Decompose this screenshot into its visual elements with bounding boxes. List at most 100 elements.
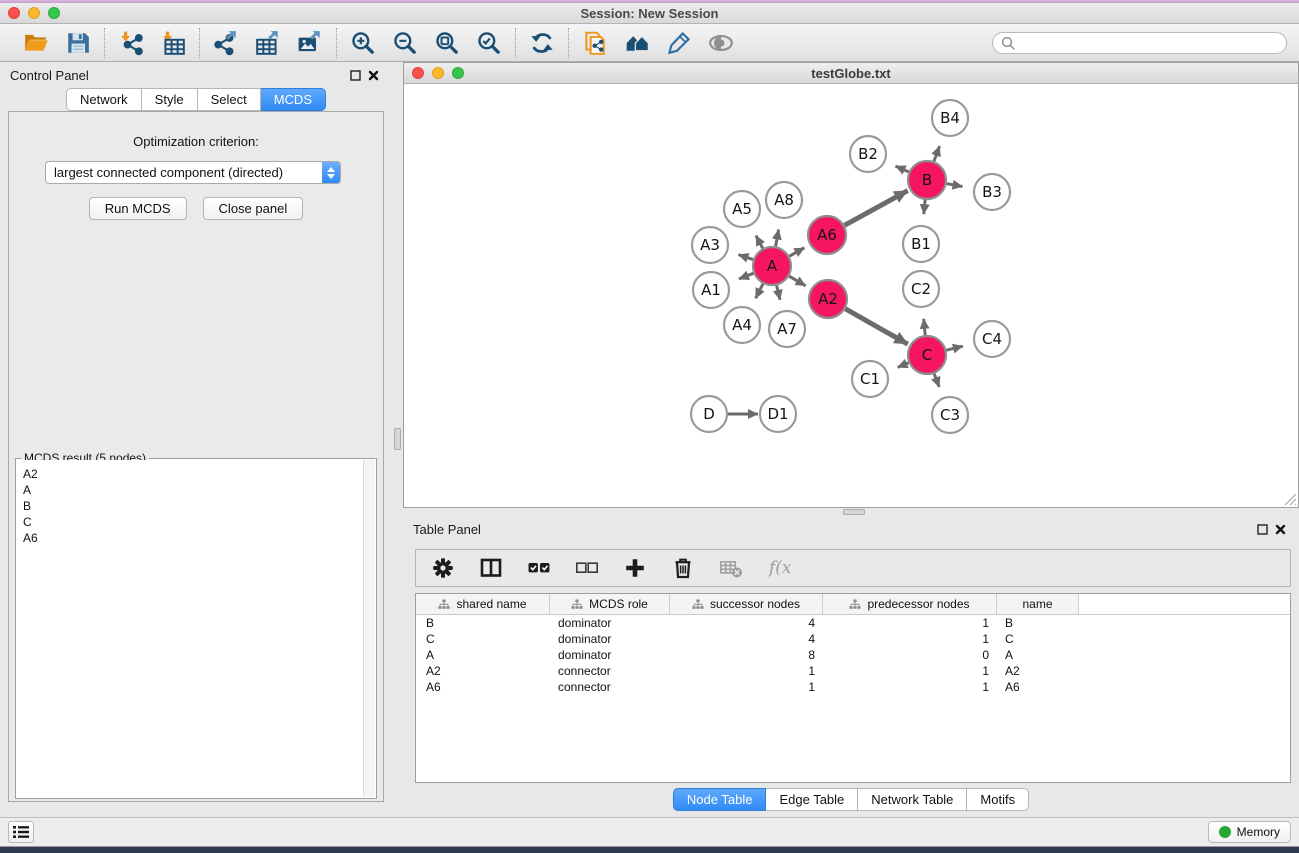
splitter-grip[interactable] [394, 428, 401, 450]
select-all-button[interactable] [526, 555, 552, 581]
save-session-button[interactable] [64, 29, 92, 57]
annotation-marker-button[interactable] [665, 29, 693, 57]
task-history-button[interactable] [8, 821, 34, 843]
export-image-button[interactable] [296, 29, 324, 57]
graph-edge-A-A3[interactable] [738, 255, 753, 260]
close-panel-icon[interactable] [1271, 521, 1289, 537]
table-row[interactable]: Adominator80A [416, 647, 1290, 663]
column-header-successor-nodes[interactable]: successor nodes [670, 594, 823, 614]
graph-edge-A6-B[interactable] [845, 191, 908, 226]
run-mcds-button[interactable]: Run MCDS [89, 197, 187, 220]
graph-node-C2[interactable]: C2 [903, 271, 939, 307]
graph-node-B3[interactable]: B3 [974, 174, 1010, 210]
graph-node-C[interactable]: C [908, 336, 946, 374]
graph-edge-B-B2[interactable] [895, 166, 908, 172]
graph-node-B2[interactable]: B2 [850, 136, 886, 172]
splitter-grip[interactable] [843, 509, 865, 515]
tab-node-table[interactable]: Node Table [673, 788, 767, 811]
network-snapshot-button[interactable] [581, 29, 609, 57]
float-panel-icon[interactable] [346, 67, 364, 83]
optimization-criterion-select[interactable]: largest connected component (directed) [45, 161, 341, 184]
graph-node-D[interactable]: D [691, 396, 727, 432]
graph-node-A2[interactable]: A2 [809, 280, 847, 318]
mcds-result-scrollbar[interactable] [363, 460, 375, 797]
graph-node-C4[interactable]: C4 [974, 321, 1010, 357]
graph-edge-A2-C[interactable] [845, 309, 907, 344]
zoom-out-button[interactable] [391, 29, 419, 57]
table-row[interactable]: A2connector11A2 [416, 663, 1290, 679]
column-header-name[interactable]: name [997, 594, 1079, 614]
graph-edge-B-B1[interactable] [924, 200, 925, 214]
column-header-shared-name[interactable]: shared name [416, 594, 550, 614]
graph-node-A5[interactable]: A5 [724, 191, 760, 227]
split-panel-button[interactable] [478, 555, 504, 581]
graph-edge-A-A2[interactable] [789, 276, 805, 286]
column-header-MCDS-role[interactable]: MCDS role [550, 594, 670, 614]
table-row[interactable]: A6connector11A6 [416, 679, 1290, 695]
graph-node-D1[interactable]: D1 [760, 396, 796, 432]
horizontal-splitter[interactable] [403, 508, 1299, 516]
eye-button[interactable] [707, 29, 735, 57]
graph-node-A[interactable]: A [753, 247, 791, 285]
import-table-button[interactable] [159, 29, 187, 57]
vertical-splitter[interactable] [392, 62, 403, 817]
float-panel-icon[interactable] [1253, 521, 1271, 537]
export-table-button[interactable] [254, 29, 282, 57]
graph-node-A7[interactable]: A7 [769, 311, 805, 347]
tab-select[interactable]: Select [198, 88, 261, 111]
search-field[interactable] [992, 32, 1287, 54]
tab-mcds[interactable]: MCDS [261, 88, 326, 111]
graph-edge-A-A1[interactable] [739, 273, 753, 279]
graph-node-B[interactable]: B [908, 161, 946, 199]
graph-edge-A-A8[interactable] [776, 230, 779, 247]
mcds-result-item[interactable]: A2 [23, 466, 363, 482]
close-panel-button[interactable]: Close panel [203, 197, 304, 220]
graph-node-C1[interactable]: C1 [852, 361, 888, 397]
tab-style[interactable]: Style [142, 88, 198, 111]
graph-edge-C-C1[interactable] [898, 363, 909, 368]
tab-network-table[interactable]: Network Table [858, 788, 967, 811]
mcds-result-list[interactable]: A2ABCA6 [17, 460, 363, 797]
function-builder-button[interactable]: f(x) [766, 555, 792, 581]
graph-node-A3[interactable]: A3 [692, 227, 728, 263]
tab-network[interactable]: Network [66, 88, 142, 111]
export-network-button[interactable] [212, 29, 240, 57]
delete-column-button[interactable] [670, 555, 696, 581]
node-table[interactable]: shared name MCDS role successor nodes pr… [415, 593, 1291, 783]
add-column-button[interactable] [622, 555, 648, 581]
mcds-result-item[interactable]: A6 [23, 530, 363, 546]
graph-node-A8[interactable]: A8 [766, 182, 802, 218]
tab-motifs[interactable]: Motifs [967, 788, 1029, 811]
graph-edge-C-C4[interactable] [946, 346, 962, 350]
column-header-predecessor-nodes[interactable]: predecessor nodes [823, 594, 997, 614]
graph-node-A6[interactable]: A6 [808, 216, 846, 254]
graph-node-C3[interactable]: C3 [932, 397, 968, 433]
zoom-in-button[interactable] [349, 29, 377, 57]
deselect-all-button[interactable] [574, 555, 600, 581]
search-input[interactable] [1019, 36, 1278, 50]
mcds-result-item[interactable]: B [23, 498, 363, 514]
graph-node-A4[interactable]: A4 [724, 307, 760, 343]
zoom-selected-button[interactable] [475, 29, 503, 57]
graph-node-A1[interactable]: A1 [693, 272, 729, 308]
resize-grip-icon[interactable] [1284, 493, 1297, 506]
graph-edge-C-C2[interactable] [924, 319, 925, 335]
tab-edge-table[interactable]: Edge Table [766, 788, 858, 811]
graph-edge-A-A5[interactable] [756, 236, 763, 249]
table-row[interactable]: Bdominator41B [416, 615, 1290, 631]
graph-edge-B-B3[interactable] [947, 184, 963, 187]
memory-button[interactable]: Memory [1208, 821, 1291, 843]
graph-edge-A-A4[interactable] [756, 284, 763, 298]
graph-node-B4[interactable]: B4 [932, 100, 968, 136]
apply-layout-button[interactable] [528, 29, 556, 57]
graph-node-B1[interactable]: B1 [903, 226, 939, 262]
settings-gear-button[interactable] [430, 555, 456, 581]
graph-edge-A-A6[interactable] [789, 248, 804, 256]
delete-table-button[interactable] [718, 555, 744, 581]
hide-panels-button[interactable] [623, 29, 651, 57]
network-graph[interactable]: A A1 A2 A3 A4 A5 A6 A7 A8 B B1 B2 B3 B4 C C1 C2 C3 C4 D D1 [404, 84, 1298, 506]
graph-edge-A-A7[interactable] [777, 285, 780, 299]
graph-edge-C-C3[interactable] [934, 374, 939, 387]
zoom-fit-button[interactable] [433, 29, 461, 57]
table-row[interactable]: Cdominator41C [416, 631, 1290, 647]
